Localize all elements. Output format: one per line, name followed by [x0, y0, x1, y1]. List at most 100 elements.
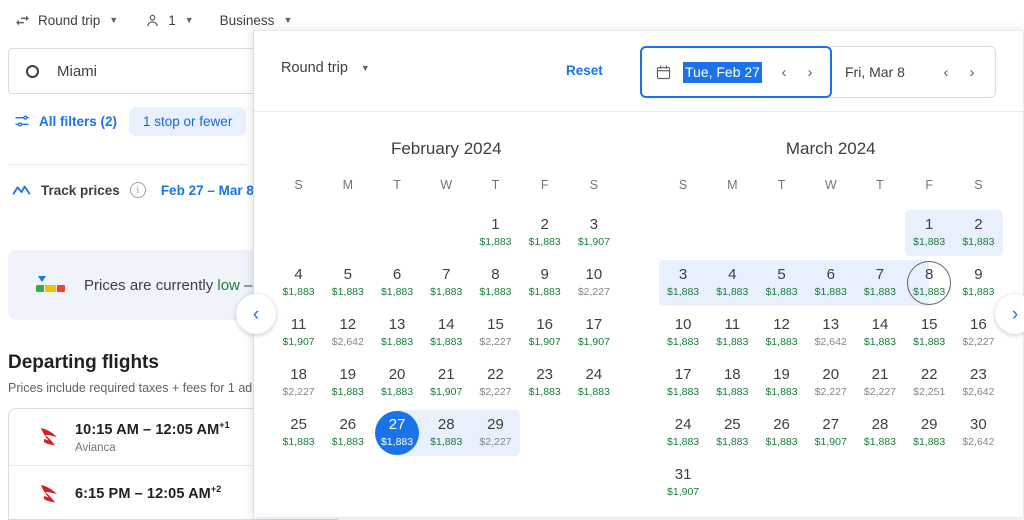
calendar-day-cell[interactable]: 5 $1,883 — [756, 258, 807, 308]
calendar-day-cell[interactable]: 1 $1,883 — [471, 208, 520, 258]
calendar-day-cell[interactable]: 14 $1,883 — [855, 308, 904, 358]
calendar-day-cell[interactable]: 29 $1,883 — [905, 408, 954, 458]
calendar-day-cell[interactable]: 25 $1,883 — [274, 408, 323, 458]
calendar-day-cell[interactable]: 1 $1,883 — [904, 208, 954, 258]
calendar-day-cell[interactable]: 24 $1,883 — [659, 408, 708, 458]
calendar-dow-label: S — [974, 178, 983, 192]
avianca-logo-icon — [31, 424, 75, 450]
calendar-day-cell[interactable]: 3 $1,883 — [658, 258, 708, 308]
calendar-day-cell[interactable]: 18 $2,227 — [274, 358, 323, 408]
previous-month-button[interactable]: ‹ — [236, 294, 276, 334]
cabin-class-selector[interactable]: Business ▼ — [220, 13, 293, 28]
calendar-day-number: 9 — [974, 266, 983, 284]
track-prices-label[interactable]: Track prices — [41, 183, 120, 198]
calendar-day-cell[interactable]: 18 $1,883 — [708, 358, 757, 408]
calendar-day-cell[interactable]: 13 $2,642 — [806, 308, 855, 358]
calendar-day-cell[interactable]: 9 $1,883 — [520, 258, 569, 308]
calendar-day-cell[interactable]: 8 $1,883 — [471, 258, 520, 308]
calendar-day-price: $2,642 — [962, 435, 995, 448]
calendar-day-cell[interactable]: 6 $1,883 — [806, 258, 856, 308]
calendar-day-cell[interactable]: 27 $1,907 — [806, 408, 855, 458]
calendar-day-cell[interactable]: 7 $1,883 — [422, 258, 471, 308]
calendar-day-number: 14 — [437, 316, 455, 334]
passengers-selector[interactable]: 1 ▼ — [144, 12, 194, 29]
info-icon[interactable]: i — [129, 182, 146, 198]
calendar-day-cell[interactable]: 21 $2,227 — [855, 358, 904, 408]
all-filters-button[interactable]: All filters (2) — [14, 113, 117, 129]
calendar-day-cell[interactable]: 20 $2,227 — [806, 358, 855, 408]
calendar-day-cell[interactable]: 26 $1,883 — [757, 408, 806, 458]
departure-date-field[interactable]: Tue, Feb 27 ‹ › — [640, 46, 832, 98]
return-date-field[interactable]: Fri, Mar 8 ‹ › — [826, 46, 996, 98]
calendar-day-cell[interactable]: 11 $1,907 — [274, 308, 323, 358]
calendar-day-cell[interactable]: 12 $1,883 — [757, 308, 806, 358]
calendar-day-cell[interactable]: 15 $2,227 — [471, 308, 520, 358]
day-content: 18 $2,227 — [277, 361, 321, 405]
calendar-day-cell[interactable]: 19 $1,883 — [323, 358, 372, 408]
calendar-day-price: $1,907 — [577, 335, 610, 348]
filter-chip-stops[interactable]: 1 stop or fewer — [129, 106, 247, 136]
calendar-day-cell[interactable]: 27 $1,883 — [372, 408, 422, 458]
calendar-day-cell[interactable]: 14 $1,883 — [422, 308, 471, 358]
calendar-day-cell[interactable]: 21 $1,907 — [422, 358, 471, 408]
calendar-day-cell[interactable]: 2 $1,883 — [520, 208, 569, 258]
calendar-day-cell[interactable]: 16 $1,907 — [520, 308, 569, 358]
calendar-dow-label: T — [393, 178, 401, 192]
calendar-day-cell[interactable]: 17 $1,907 — [569, 308, 618, 358]
calendar-day-cell[interactable]: 28 $1,883 — [421, 408, 471, 458]
return-prev-day-button[interactable]: ‹ — [939, 65, 953, 80]
calendar-day-cell[interactable]: 10 $1,883 — [659, 308, 708, 358]
calendar-day-cell[interactable]: 7 $1,883 — [855, 258, 905, 308]
calendar-day-cell[interactable]: 4 $1,883 — [274, 258, 323, 308]
calendar-day-number: 17 — [585, 316, 603, 334]
day-content: 25 $1,883 — [710, 411, 754, 455]
calendar-day-cell[interactable]: 19 $1,883 — [757, 358, 806, 408]
calendar-day-cell[interactable]: 10 $2,227 — [569, 258, 618, 308]
departure-next-day-button[interactable]: › — [803, 65, 817, 80]
calendar-day-cell[interactable]: 3 $1,907 — [569, 208, 618, 258]
reset-button[interactable]: Reset — [566, 63, 603, 78]
calendar-day-cell[interactable]: 9 $1,883 — [954, 258, 1003, 308]
return-next-day-button[interactable]: › — [965, 65, 979, 80]
calendar-day-price: $1,883 — [667, 285, 700, 298]
calendar-day-number: 12 — [773, 316, 790, 334]
calendar-day-cell[interactable]: 8 $1,883 — [904, 258, 954, 308]
calendar-month: March 2024 S M T W T F S 1 $1,883 2 $1,883 3 $1,883 4 $… — [639, 139, 1024, 508]
calendar-day-cell[interactable]: 2 $1,883 — [953, 208, 1003, 258]
price-insight-text: Prices are currently low – — [84, 277, 252, 294]
calendar-day-cell[interactable]: 17 $1,883 — [659, 358, 708, 408]
calendar-day-cell[interactable]: 25 $1,883 — [708, 408, 757, 458]
day-content: 6 $1,883 — [809, 261, 853, 305]
calendar-day-cell[interactable]: 22 $2,227 — [471, 358, 520, 408]
calendar-day-number: 12 — [339, 316, 357, 334]
calendar-day-cell[interactable]: 4 $1,883 — [707, 258, 757, 308]
popup-trip-type-selector[interactable]: Round trip ▼ — [281, 60, 370, 76]
calendar-day-cell[interactable]: 6 $1,883 — [372, 258, 421, 308]
price-insight-suffix: – — [239, 276, 253, 294]
origin-value: Miami — [57, 62, 97, 80]
calendar-day-price: $1,883 — [863, 285, 897, 298]
calendar-day-cell[interactable]: 13 $1,883 — [372, 308, 421, 358]
calendar-day-cell[interactable]: 30 $2,642 — [954, 408, 1003, 458]
calendar-day-cell[interactable]: 23 $1,883 — [520, 358, 569, 408]
calendar-day-cell[interactable]: 28 $1,883 — [855, 408, 904, 458]
calendar-day-number: 10 — [585, 266, 603, 284]
calendar-day-cell[interactable]: 26 $1,883 — [323, 408, 372, 458]
calendar-day-cell[interactable]: 22 $2,251 — [905, 358, 954, 408]
trip-type-selector[interactable]: Round trip ▼ — [14, 12, 118, 29]
calendar-day-cell[interactable]: 20 $1,883 — [372, 358, 421, 408]
price-insight-prefix: Prices are currently — [84, 276, 218, 294]
calendar-day-cell[interactable]: 24 $1,883 — [569, 358, 618, 408]
calendar-day-cell[interactable]: 29 $2,227 — [470, 408, 521, 458]
calendar-day-number: 29 — [487, 416, 504, 434]
calendar-day-cell[interactable]: 12 $2,642 — [323, 308, 372, 358]
calendar-day-cell[interactable]: 31 $1,907 — [659, 458, 708, 508]
calendar-empty-cell — [757, 208, 806, 258]
calendar-day-cell[interactable]: 11 $1,883 — [708, 308, 757, 358]
calendar-day-cell[interactable]: 23 $2,642 — [954, 358, 1003, 408]
trend-line-icon — [12, 183, 31, 198]
calendar-day-cell[interactable]: 5 $1,883 — [323, 258, 372, 308]
departure-prev-day-button[interactable]: ‹ — [777, 65, 791, 80]
calendar-day-cell[interactable]: 15 $1,883 — [905, 308, 954, 358]
calendar-day-price: $1,883 — [528, 385, 561, 398]
